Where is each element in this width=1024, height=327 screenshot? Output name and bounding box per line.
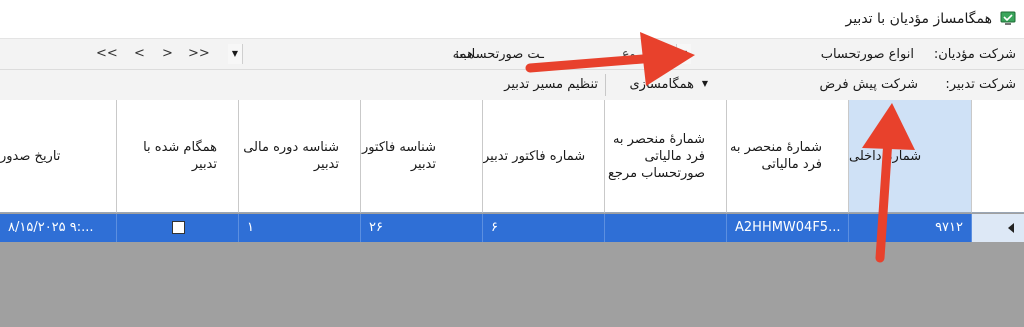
- table-row[interactable]: ۹۷۱۲ A2HHMW04F5... ۶ ۲۶ ۱ ۸/۱۵/۲۰۲۵ ۹:..…: [0, 214, 1024, 242]
- invoice-status-value[interactable]: همه: [453, 47, 474, 62]
- cell-issue-date[interactable]: ۸/۱۵/۲۰۲۵ ۹:...: [0, 214, 117, 242]
- toolbar-separator: [605, 74, 606, 96]
- filter-toolbar: شرکت مؤدیان: انواع صورتحساب ▼ ـوع ـت صور…: [0, 38, 1024, 69]
- app-sync-icon: [1000, 11, 1016, 25]
- header-ref-tax-id[interactable]: شمارۀ منحصر به فرد مالیاتی صورتحساب مرجع: [605, 100, 727, 213]
- status-dropdown-arrow[interactable]: ▼: [228, 44, 243, 64]
- nav-last-button[interactable]: <<: [96, 46, 118, 61]
- invoice-types-dropdown[interactable]: انواع صورتحساب: [821, 47, 914, 62]
- cell-ref-tax-id[interactable]: [605, 214, 727, 242]
- current-row-indicator-icon: [1008, 223, 1014, 233]
- cell-fiscal-period-id[interactable]: ۱: [239, 214, 361, 242]
- header-fiscal-period-id[interactable]: شناسه دوره مالی تدبیر: [239, 100, 361, 213]
- header-tadbir-invoice-id[interactable]: شناسه فاکتور تدبیر: [361, 100, 483, 213]
- invoice-grid: شمارۀ داخلی شمارۀ منحصر به فرد مالیاتی ش…: [0, 100, 1024, 327]
- company-label: شرکت مؤدیان:: [933, 47, 1016, 62]
- header-row-selector: [972, 100, 1024, 213]
- set-tadbir-route-button[interactable]: تنظیم مسیر تدبیر: [504, 77, 598, 92]
- sync-button[interactable]: همگامسازی: [630, 77, 695, 92]
- nav-first-button[interactable]: >>: [188, 46, 210, 61]
- action-toolbar: شرکت تدبیر: شرکت پیش فرض ▼ همگامسازی تنظ…: [0, 69, 1024, 101]
- cell-synced[interactable]: [117, 214, 239, 242]
- header-synced[interactable]: همگام شده با تدبیر: [117, 100, 239, 213]
- nav-prev-button[interactable]: >: [162, 46, 173, 61]
- tadbir-company-value: شرکت پیش فرض: [819, 77, 918, 92]
- sync-dropdown-arrow[interactable]: ▼: [698, 74, 712, 94]
- header-tax-id[interactable]: شمارۀ منحصر به فرد مالیاتی: [727, 100, 849, 213]
- header-issue-date[interactable]: تاریخ صدور: [0, 100, 117, 213]
- cell-tax-id[interactable]: A2HHMW04F5...: [727, 214, 849, 242]
- invoice-type-field[interactable]: ـوع: [622, 47, 640, 62]
- cell-internal-no[interactable]: ۹۷۱۲: [849, 214, 972, 242]
- window-title: همگامساز مؤدیان با تدبیر: [845, 11, 992, 27]
- cell-tadbir-invoice-id[interactable]: ۲۶: [361, 214, 483, 242]
- header-tadbir-invoice-no[interactable]: شماره فاکتور تدبیر: [483, 100, 605, 213]
- row-selector[interactable]: [972, 214, 1024, 242]
- cell-tadbir-invoice-no[interactable]: ۶: [483, 214, 605, 242]
- invoice-type-dropdown-arrow[interactable]: ▼: [676, 44, 691, 64]
- header-internal-no[interactable]: شمارۀ داخلی: [849, 100, 972, 213]
- title-bar: همگامساز مؤدیان با تدبیر: [0, 0, 1024, 38]
- synced-checkbox[interactable]: [172, 221, 185, 234]
- nav-next-button[interactable]: <: [134, 46, 145, 61]
- tadbir-company-label: شرکت تدبیر:: [945, 77, 1016, 92]
